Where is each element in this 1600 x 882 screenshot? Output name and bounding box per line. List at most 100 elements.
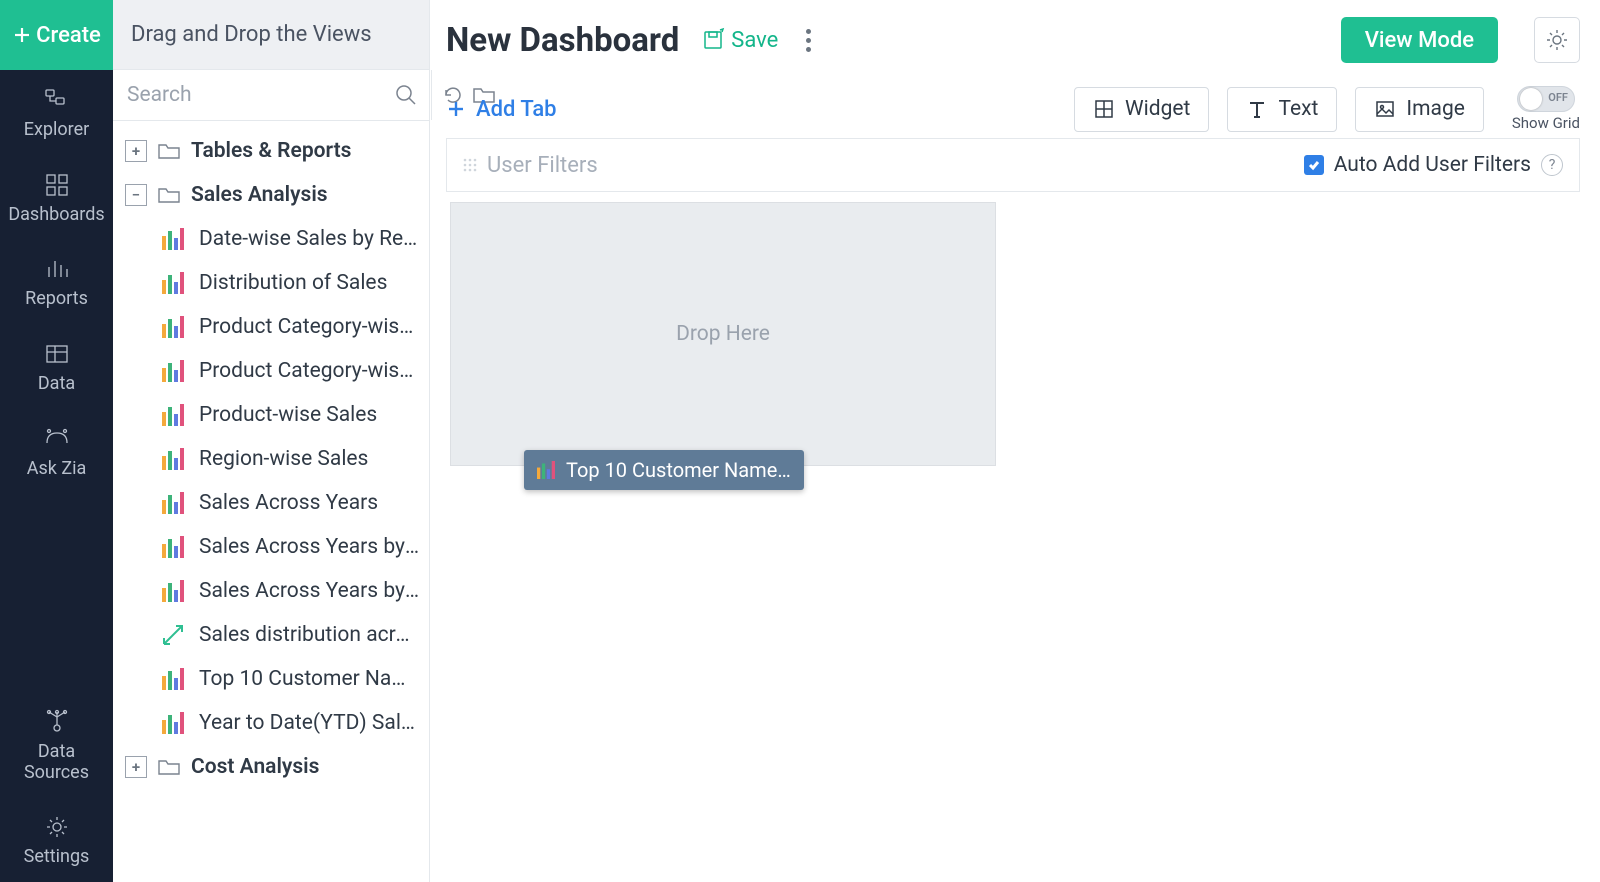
tree-view-item[interactable]: Sales Across Years	[113, 481, 429, 525]
drag-handle-icon[interactable]	[463, 158, 477, 172]
show-grid-label: Show Grid	[1512, 114, 1580, 132]
chart-icon	[536, 461, 556, 479]
tree-folder[interactable]: −Sales Analysis	[113, 173, 429, 217]
save-label: Save	[731, 28, 778, 53]
left-nav: Create Explorer Dashboards Reports Data …	[0, 0, 113, 882]
nav-label: Reports	[25, 289, 88, 310]
more-menu[interactable]	[800, 23, 817, 58]
dashboard-settings-button[interactable]	[1534, 17, 1580, 63]
collapse-icon[interactable]: −	[125, 184, 147, 206]
chart-icon	[161, 580, 185, 602]
create-button[interactable]: Create	[0, 0, 113, 70]
search-row	[113, 70, 429, 121]
chart-icon	[161, 404, 185, 426]
view-label: Year to Date(YTD) Sal…	[199, 711, 415, 735]
user-filters-bar: User Filters Auto Add User Filters ?	[446, 138, 1580, 192]
save-icon	[701, 27, 727, 53]
add-image-button[interactable]: Image	[1355, 87, 1483, 132]
data-icon	[43, 340, 71, 368]
text-icon	[1246, 98, 1268, 120]
nav-reports[interactable]: Reports	[0, 239, 113, 324]
nav-label: Data Sources	[4, 742, 109, 783]
page-title: New Dashboard	[446, 21, 679, 60]
zia-icon	[43, 425, 71, 453]
view-label: Top 10 Customer Nam…	[199, 667, 419, 691]
reports-icon	[43, 255, 71, 283]
view-label: Sales distribution acro…	[199, 623, 419, 647]
tree-view-item[interactable]: Product Category-wis…	[113, 349, 429, 393]
nav-data-sources[interactable]: Data Sources	[0, 692, 113, 797]
dragging-view-chip[interactable]: Top 10 Customer Name b…	[524, 450, 804, 490]
view-label: Product-wise Sales	[199, 403, 377, 427]
expand-icon[interactable]: +	[125, 756, 147, 778]
save-link[interactable]: Save	[701, 27, 778, 53]
chart-icon	[161, 360, 185, 382]
view-mode-button[interactable]: View Mode	[1341, 17, 1498, 63]
add-widget-button[interactable]: Widget	[1074, 87, 1209, 132]
tree-view-item[interactable]: Sales Across Years by …	[113, 569, 429, 613]
chart-icon	[161, 448, 185, 470]
toggle-off-label: OFF	[1548, 91, 1568, 104]
search-input[interactable]	[127, 83, 395, 107]
tree-view-item[interactable]: Product-wise Sales	[113, 393, 429, 437]
tree-view-item[interactable]: Product Category-wis…	[113, 305, 429, 349]
tree-view-item[interactable]: Top 10 Customer Nam…	[113, 657, 429, 701]
show-grid-toggle[interactable]: OFF	[1517, 86, 1575, 112]
nav-dashboards[interactable]: Dashboards	[0, 155, 113, 240]
image-label: Image	[1406, 97, 1464, 121]
chart-icon	[161, 228, 185, 250]
views-header: Drag and Drop the Views	[113, 0, 429, 70]
nav-label: Explorer	[24, 120, 90, 141]
view-label: Sales Across Years by …	[199, 535, 419, 559]
search-box	[113, 70, 432, 120]
widget-label: Widget	[1125, 97, 1190, 121]
show-grid-control: OFF Show Grid	[1512, 86, 1580, 132]
tree-view-item[interactable]: Date-wise Sales by Re…	[113, 217, 429, 261]
tree-folder[interactable]: + Tables & Reports	[113, 129, 429, 173]
plus-icon	[12, 25, 32, 45]
nav-settings[interactable]: Settings	[0, 797, 113, 882]
chart-icon	[161, 492, 185, 514]
drop-here-label: Drop Here	[676, 322, 770, 346]
check-icon	[1307, 158, 1321, 172]
tree-view-item[interactable]: Sales distribution acro…	[113, 613, 429, 657]
tree-view-item[interactable]: Distribution of Sales	[113, 261, 429, 305]
views-tree: + Tables & Reports −Sales AnalysisDate-wis…	[113, 121, 429, 882]
nav-label: Dashboards	[8, 205, 104, 226]
chart-icon	[161, 316, 185, 338]
expand-icon[interactable]: +	[125, 140, 147, 162]
chart-icon	[161, 668, 185, 690]
tree-view-item[interactable]: Sales Across Years by …	[113, 525, 429, 569]
search-icon[interactable]	[395, 84, 417, 106]
views-panel: Drag and Drop the Views + Tables & Report…	[113, 0, 430, 882]
nav-label: Settings	[24, 847, 90, 868]
add-text-button[interactable]: Text	[1227, 87, 1337, 132]
help-icon[interactable]: ?	[1541, 154, 1563, 176]
chart-icon	[161, 712, 185, 734]
chart-icon	[161, 536, 185, 558]
nav-label: Data	[38, 374, 75, 395]
tree-view-item[interactable]: Year to Date(YTD) Sal…	[113, 701, 429, 745]
chart-icon	[161, 272, 185, 294]
view-label: Sales Across Years	[199, 491, 378, 515]
nav-ask-zia[interactable]: Ask Zia	[0, 409, 113, 494]
dashboard-canvas[interactable]: Drop Here Top 10 Customer Name b…	[446, 192, 1580, 882]
folder-label: Tables & Reports	[191, 139, 351, 163]
drop-zone[interactable]: Drop Here Top 10 Customer Name b…	[450, 202, 996, 466]
user-filters-label: User Filters	[487, 153, 598, 178]
tree-folder[interactable]: +Cost Analysis	[113, 745, 429, 789]
gear-icon	[1544, 27, 1570, 53]
settings-icon	[43, 813, 71, 841]
add-tab-button[interactable]: Add Tab	[446, 97, 557, 122]
sources-icon	[43, 708, 71, 736]
auto-add-checkbox[interactable]	[1304, 155, 1324, 175]
image-icon	[1374, 98, 1396, 120]
plus-icon	[446, 99, 466, 119]
scatter-icon	[161, 624, 185, 646]
nav-explorer[interactable]: Explorer	[0, 70, 113, 155]
add-tab-label: Add Tab	[476, 97, 557, 122]
tree-view-item[interactable]: Region-wise Sales	[113, 437, 429, 481]
nav-data[interactable]: Data	[0, 324, 113, 409]
dragging-chip-label: Top 10 Customer Name b…	[566, 458, 792, 482]
nav-label: Ask Zia	[27, 459, 87, 480]
